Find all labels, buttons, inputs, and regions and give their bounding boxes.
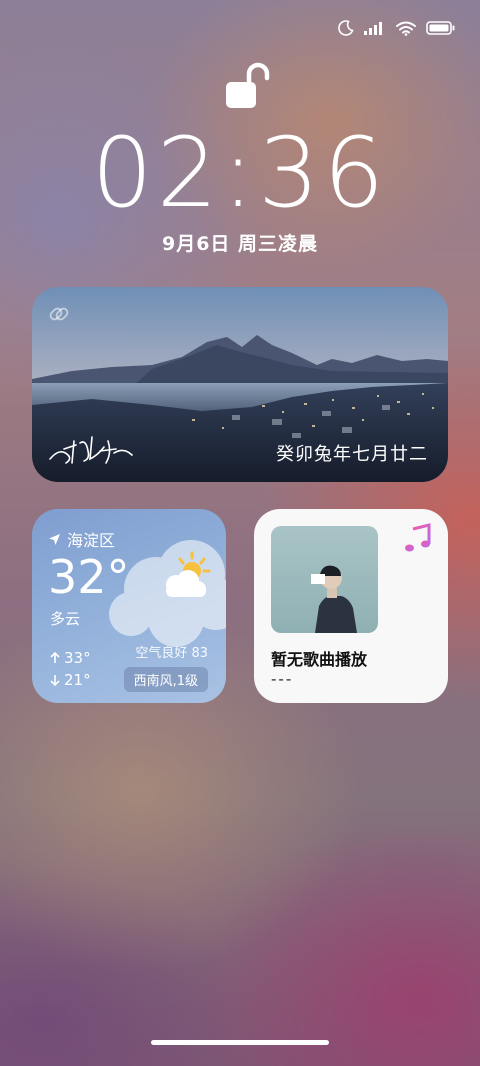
weather-temperature: 32°: [48, 550, 130, 604]
signal-icon: [364, 22, 382, 35]
weather-location: 海淀区: [48, 527, 115, 551]
moon-icon: [338, 20, 354, 36]
wind-badge: 西南风,1级: [123, 667, 208, 692]
weather-high: 33°: [50, 649, 91, 667]
lunar-date: 癸卯兔年七月廿二: [276, 444, 428, 465]
song-artist: ---: [271, 670, 294, 688]
location-arrow-icon: [49, 533, 60, 545]
date-text: 9月6日 周三凌晨: [161, 233, 319, 255]
weather-low: 21°: [50, 671, 91, 689]
weather-condition: 多云: [50, 610, 81, 628]
music-note-icon: [405, 523, 431, 552]
arrow-up-icon: [50, 652, 60, 663]
music-widget[interactable]: 暂无歌曲播放 ---: [254, 509, 448, 703]
song-title: 暂无歌曲播放: [271, 650, 368, 669]
clock-time: 02:36: [91, 117, 389, 229]
high-temp: 33°: [64, 649, 91, 667]
air-quality: 空气良好 83: [135, 646, 208, 661]
photo-widget[interactable]: 癸卯兔年七月廿二: [32, 287, 448, 482]
album-art[interactable]: [271, 526, 378, 633]
status-bar: [338, 20, 456, 36]
link-icon[interactable]: [48, 303, 70, 325]
arrow-down-icon: [50, 675, 60, 686]
low-temp: 21°: [64, 671, 91, 689]
wifi-icon: [396, 21, 416, 36]
home-indicator[interactable]: [151, 1040, 329, 1045]
location-label: 海淀区: [67, 531, 116, 550]
weather-widget[interactable]: 海淀区 32° 多云 33° 21° 空气良好 83 西南风,1级: [32, 509, 226, 703]
unlock-icon[interactable]: [224, 62, 270, 110]
signature-graphic: [49, 436, 133, 464]
battery-icon: [426, 21, 455, 35]
partly-cloudy-icon: [166, 551, 211, 597]
